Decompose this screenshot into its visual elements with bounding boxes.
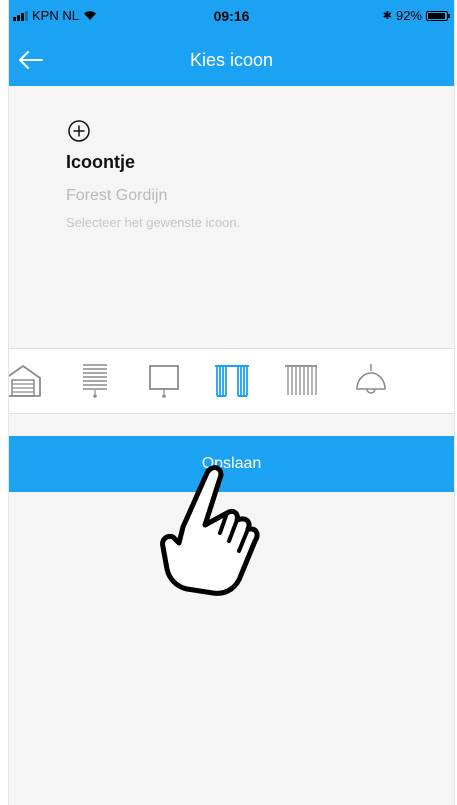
status-bar: KPN NL 09:16 ✱ 92% (9, 0, 454, 34)
garage-icon[interactable] (8, 361, 43, 401)
icon-picker (9, 348, 454, 414)
section-title: Icoontje (66, 152, 136, 172)
device-name: Forest Gordijn (66, 187, 168, 204)
hint-text: Selecteer het gewenste icoon. (66, 215, 241, 230)
status-right: ✱ 92% (382, 8, 450, 23)
battery-fill (428, 12, 445, 19)
battery-icon (426, 10, 450, 21)
vertical-blind-icon[interactable] (281, 361, 321, 401)
page-title: Kies icoon (189, 50, 274, 70)
nav-bar: Kies icoon (9, 34, 454, 86)
phone-frame: KPN NL 09:16 ✱ 92% Kies icoon Icoontje F… (0, 0, 457, 805)
screen-icon[interactable] (144, 361, 184, 401)
curtain-icon[interactable] (212, 361, 252, 401)
app-screen: KPN NL 09:16 ✱ 92% Kies icoon Icoontje F… (8, 0, 455, 805)
bluetooth-icon: ✱ (382, 10, 392, 22)
lamp-icon[interactable] (351, 361, 391, 401)
battery-percent: 92% (395, 8, 422, 23)
plus-circle-icon[interactable] (66, 118, 92, 144)
save-button[interactable]: Opslaan (9, 436, 454, 492)
icon-info-section: Icoontje Forest Gordijn Selecteer het ge… (66, 118, 240, 230)
roller-blind-icon[interactable] (75, 361, 115, 401)
